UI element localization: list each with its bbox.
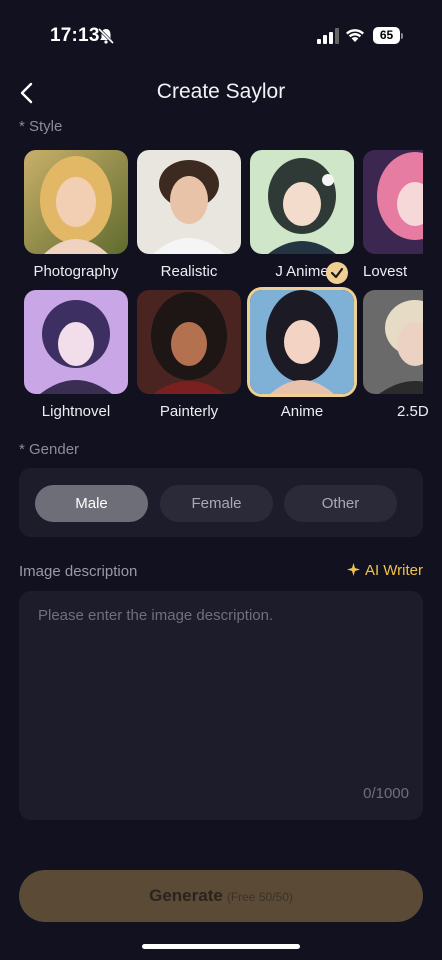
description-label: Image description (19, 563, 138, 580)
signal-icon (317, 28, 339, 44)
description-placeholder: Please enter the image description. (38, 607, 274, 624)
status-bar: 17:13 65 (0, 0, 442, 70)
description-textarea[interactable]: Please enter the image description. 0/10… (19, 591, 423, 820)
j-anime-thumbnail (250, 150, 354, 254)
gender-section-label: * Gender (19, 441, 80, 458)
ai-writer-label: AI Writer (364, 562, 423, 579)
battery-icon: 65 (373, 27, 403, 44)
wifi-icon (346, 29, 364, 42)
generate-button[interactable]: Generate (Free 50/50) (19, 870, 423, 922)
style-name: Realistic (160, 263, 218, 280)
style-name: Photography (33, 263, 119, 280)
character-counter: 0/1000 (363, 785, 409, 802)
2-5d-thumbnail (363, 290, 423, 394)
ai-writer-button[interactable]: AI Writer (346, 562, 423, 579)
sparkle-icon (346, 563, 360, 576)
lovest-thumbnail (363, 150, 423, 254)
gender-selector: Male Female Other (19, 468, 423, 537)
realistic-thumbnail (137, 150, 241, 254)
selected-check-icon (326, 262, 348, 284)
anime-thumbnail (250, 290, 354, 394)
photography-thumbnail (24, 150, 128, 254)
style-name: 2.5D (397, 403, 429, 420)
style-name: Painterly (159, 403, 219, 420)
style-name: Lovest (363, 263, 408, 280)
style-name: Anime (280, 403, 324, 420)
painterly-thumbnail (137, 290, 241, 394)
gender-other-button[interactable]: Other (284, 485, 397, 522)
status-time: 17:13 (50, 25, 100, 46)
generate-quota: (Free 50/50) (226, 890, 293, 904)
lightnovel-thumbnail (24, 290, 128, 394)
page-title: Create Saylor (156, 80, 286, 103)
style-name: Lightnovel (41, 403, 111, 420)
battery-level: 65 (373, 27, 400, 44)
gender-female-button[interactable]: Female (160, 485, 273, 522)
gender-male-button[interactable]: Male (35, 485, 148, 522)
generate-label: Generate (149, 886, 223, 905)
bell-slash-icon (97, 27, 115, 45)
home-indicator (142, 944, 300, 949)
style-section-label: * Style (19, 118, 63, 135)
